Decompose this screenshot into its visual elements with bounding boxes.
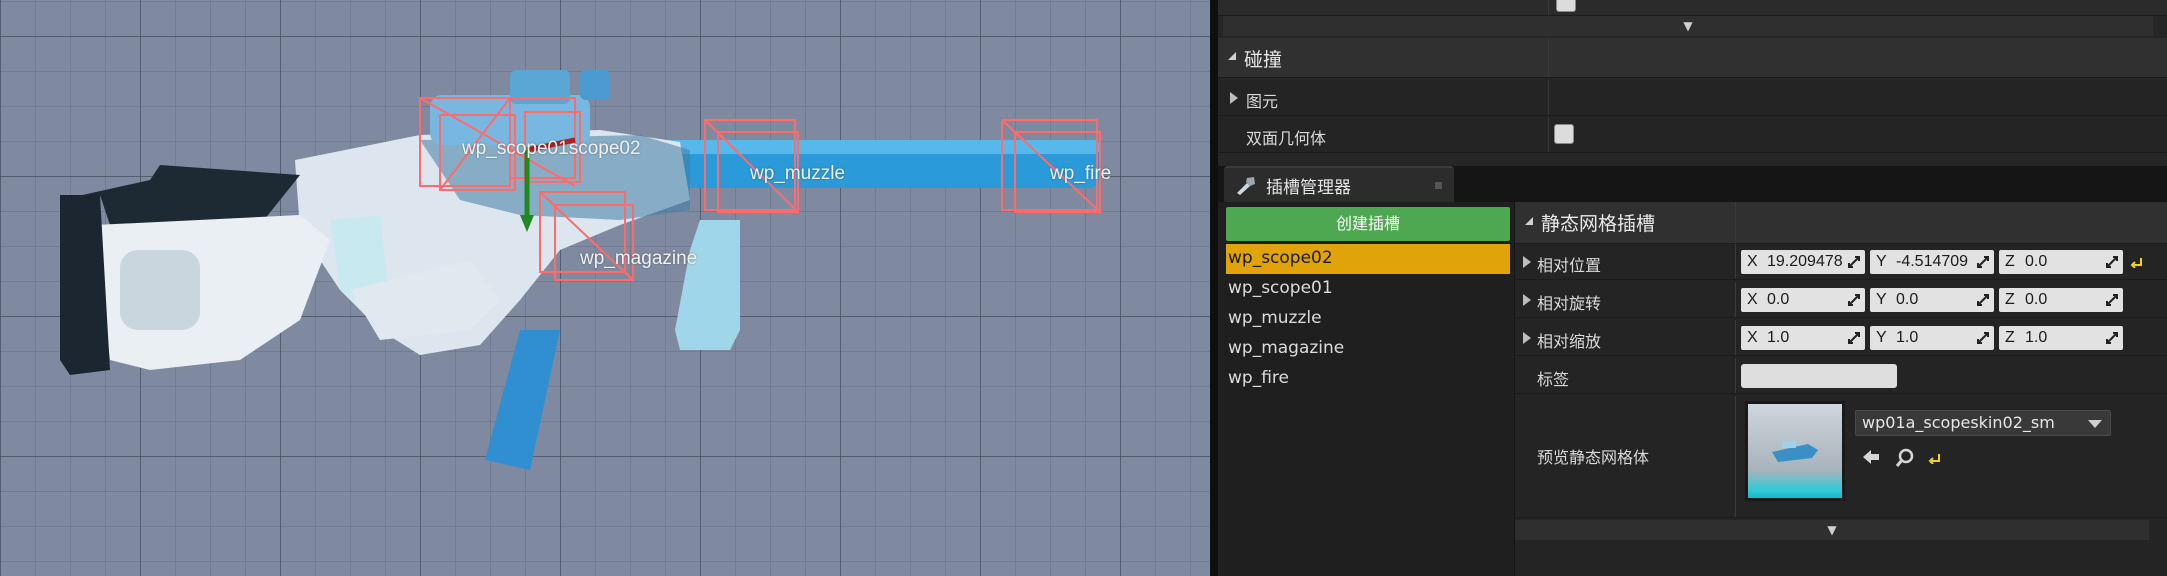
create-socket-button[interactable]: 创建插槽 [1226, 207, 1510, 241]
socket-details: 静态网格插槽 相对位置 X 19.209478 Y -4.514709 Z 0.… [1514, 202, 2167, 576]
socket-item[interactable]: wp_scope01 [1226, 274, 1510, 304]
axis-z-label: Z [2005, 291, 2015, 308]
section-title: 碰撞 [1244, 49, 1283, 71]
property-row-relative-scale: 相对缩放 X 1.0 Y 1.0 Z 1.0 [1515, 320, 2167, 356]
axis-y-label: Y [1876, 329, 1887, 346]
axis-x-label: X [1747, 329, 1758, 346]
property-label: 标签 [1537, 370, 1570, 389]
location-y-field[interactable]: Y -4.514709 [1870, 250, 1994, 274]
rotation-y-field[interactable]: Y 0.0 [1870, 288, 1994, 312]
section-collision[interactable]: 碰撞 [1218, 38, 2167, 78]
axis-z-label: Z [2005, 329, 2015, 346]
property-row-tag: 标签 [1515, 358, 2167, 394]
axis-x-label: X [1747, 253, 1758, 270]
viewport-3d[interactable]: wp_scope01scope02 wp_muzzle wp_fire wp_m… [0, 0, 1210, 576]
socket-label-fire: wp_fire [1050, 163, 1112, 184]
socket-manager-icon [1237, 177, 1255, 195]
property-label: 相对旋转 [1537, 294, 1602, 313]
socket-label-magazine: wp_magazine [580, 248, 698, 269]
axis-y-label: Y [1876, 253, 1887, 270]
tag-input[interactable] [1741, 364, 1897, 388]
drag-handle-icon[interactable] [1848, 294, 1860, 306]
socket-item[interactable]: wp_magazine [1226, 334, 1510, 364]
expand-arrow-icon[interactable] [1230, 92, 1238, 104]
preview-mesh-dropdown[interactable]: wp01a_scopeskin02_sm [1855, 410, 2111, 436]
tab-socket-manager[interactable]: 插槽管理器 [1224, 166, 1454, 202]
drag-handle-icon[interactable] [2106, 332, 2118, 344]
drag-handle-icon[interactable] [1977, 332, 1989, 344]
field-value: 0.0 [2025, 253, 2048, 270]
checkbox-double-sided[interactable] [1554, 124, 1574, 144]
axis-x-label: X [1747, 291, 1758, 308]
field-value: 1.0 [1767, 329, 1790, 346]
socket-item[interactable]: wp_scope02 [1226, 244, 1510, 274]
axis-y-label: Y [1876, 291, 1887, 308]
rotation-z-field[interactable]: Z 0.0 [1999, 288, 2123, 312]
expand-advanced-button[interactable]: ▼ [1223, 16, 2153, 36]
socket-item[interactable]: wp_muzzle [1226, 304, 1510, 334]
socket-label-muzzle: wp_muzzle [750, 163, 846, 184]
expand-arrow-icon[interactable] [1523, 256, 1531, 268]
use-selected-asset-icon[interactable] [1861, 448, 1881, 466]
checkbox-cutoff[interactable] [1556, 0, 1576, 12]
reset-to-default-icon[interactable] [2129, 256, 2143, 268]
collapse-arrow-icon [1228, 52, 1236, 60]
location-z-field[interactable]: Z 0.0 [1999, 250, 2123, 274]
dropdown-value: wp01a_scopeskin02_sm [1862, 413, 2055, 432]
expand-arrow-icon[interactable] [1523, 332, 1531, 344]
location-x-field[interactable]: X 19.209478 [1741, 250, 1865, 274]
socket-list-panel: 创建插槽 wp_scope02 wp_scope01 wp_muzzle wp_… [1218, 202, 1514, 576]
scale-x-field[interactable]: X 1.0 [1741, 326, 1865, 350]
rotation-x-field[interactable]: X 0.0 [1741, 288, 1865, 312]
drag-handle-icon[interactable] [2106, 294, 2118, 306]
browse-asset-icon[interactable] [1895, 448, 1915, 468]
property-label: 图元 [1246, 92, 1279, 111]
property-label: 相对位置 [1537, 256, 1602, 275]
field-value: 0.0 [2025, 291, 2048, 308]
mesh-thumbnail[interactable] [1745, 401, 1845, 501]
expand-arrow-icon[interactable] [1523, 294, 1531, 306]
section-static-mesh-socket[interactable]: 静态网格插槽 [1515, 202, 2167, 244]
property-label: 相对缩放 [1537, 332, 1602, 351]
drag-handle-icon[interactable] [1848, 332, 1860, 344]
scale-z-field[interactable]: Z 1.0 [1999, 326, 2123, 350]
panel-splitter[interactable] [1210, 0, 1218, 576]
field-value: 1.0 [2025, 329, 2048, 346]
socket-item[interactable]: wp_fire [1226, 364, 1510, 394]
property-label: 预览静态网格体 [1537, 448, 1650, 467]
weapon-model [60, 70, 1101, 470]
tab-strip: 插槽管理器 [1218, 166, 2167, 202]
field-value: -4.514709 [1896, 253, 1969, 270]
field-value: 0.0 [1767, 291, 1790, 308]
collapse-arrow-icon [1525, 217, 1533, 225]
property-row-relative-location: 相对位置 X 19.209478 Y -4.514709 Z 0.0 [1515, 244, 2167, 280]
socket-label-scope: wp_scope01scope02 [462, 138, 641, 159]
field-value: 1.0 [1896, 329, 1919, 346]
details-panel: ▼ 碰撞 图元 双面几何体 插槽管理器 创建插槽 wp_scope02 wp_s… [1218, 0, 2167, 576]
drag-handle-icon[interactable] [2106, 256, 2118, 268]
expand-advanced-button[interactable]: ▼ [1515, 520, 2149, 540]
chevron-down-icon [2088, 420, 2102, 428]
property-row-primitive[interactable]: 图元 [1218, 80, 2167, 116]
scope-thumbnail-image [1772, 442, 1818, 462]
field-value: 0.0 [1896, 291, 1919, 308]
property-label: 双面几何体 [1246, 129, 1327, 148]
reset-to-default-icon[interactable] [1927, 452, 1941, 464]
axis-z-label: Z [2005, 253, 2015, 270]
scale-y-field[interactable]: Y 1.0 [1870, 326, 1994, 350]
drag-handle-icon[interactable] [1977, 294, 1989, 306]
close-icon[interactable] [1435, 182, 1442, 189]
tab-label: 插槽管理器 [1266, 178, 1351, 198]
property-row-cutoff [1218, 0, 2167, 16]
property-row-double-sided: 双面几何体 [1218, 117, 2167, 153]
property-row-preview-mesh: 预览静态网格体 wp01a_scopeskin02_sm [1515, 396, 2167, 518]
drag-handle-icon[interactable] [1977, 256, 1989, 268]
property-row-relative-rotation: 相对旋转 X 0.0 Y 0.0 Z 0.0 [1515, 282, 2167, 318]
field-value: 19.209478 [1767, 253, 1843, 270]
section-title: 静态网格插槽 [1541, 213, 1656, 235]
drag-handle-icon[interactable] [1848, 256, 1860, 268]
